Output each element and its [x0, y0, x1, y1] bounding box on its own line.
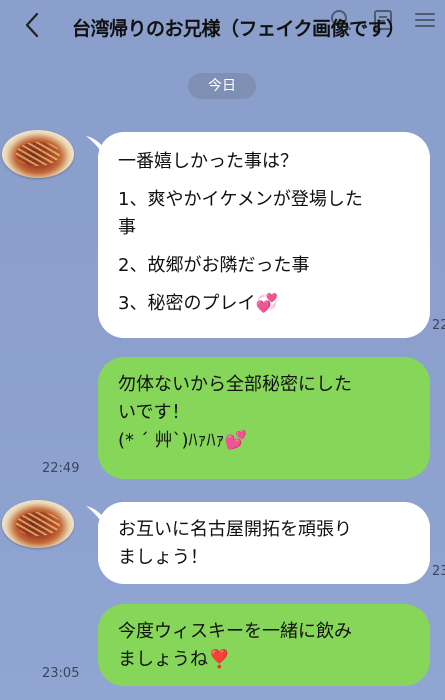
chat-header: 台湾帰りのお兄様（フェイク画像です）: [0, 0, 445, 60]
back-chevron-icon[interactable]: [18, 10, 48, 40]
avatar[interactable]: [2, 500, 74, 548]
message-line: 勿体ないから全部秘密にした: [118, 374, 352, 395]
message-time: 22: [432, 318, 445, 333]
avatar[interactable]: [2, 130, 74, 178]
message-line: 今度ウィスキーを一緒に飲み: [118, 621, 352, 642]
avatar-image: [16, 142, 60, 166]
message-line: 3、秘密のプレイ💞: [118, 293, 278, 314]
message-line: 事: [118, 217, 136, 238]
message-line: 2、故郷がお隣だった事: [118, 255, 310, 276]
message-line: ましょう！: [118, 547, 208, 568]
message-line: [118, 242, 412, 252]
chat-title: 台湾帰りのお兄様（フェイク画像です）: [72, 18, 405, 40]
message-line: [118, 280, 412, 290]
message-time: 23:05: [42, 666, 80, 681]
menu-icon[interactable]: [413, 8, 437, 32]
message-line: お互いに名古屋開拓を頑張り: [118, 519, 352, 540]
message-line: [118, 176, 412, 186]
message-line: (* ´ 艸`)ﾊｧﾊｧ💕: [118, 430, 247, 451]
message-line: いです！: [118, 402, 190, 423]
avatar-image: [16, 512, 60, 536]
message-bubble[interactable]: 一番嬉しかった事は？ 1、爽やかイケメンが登場した 事 2、故郷がお隣だった事 …: [98, 132, 430, 338]
message-line: 一番嬉しかった事は？: [118, 151, 298, 172]
message-line: ましょうね❣️: [118, 649, 231, 670]
message-time: 22:49: [42, 461, 80, 476]
message-bubble[interactable]: 勿体ないから全部秘密にした いです！ (* ´ 艸`)ﾊｧﾊｧ💕: [98, 357, 430, 479]
date-separator: 今日: [188, 73, 256, 99]
message-time: 23: [432, 564, 445, 579]
message-line: 1、爽やかイケメンが登場した: [118, 189, 363, 210]
message-bubble[interactable]: 今度ウィスキーを一緒に飲み ましょうね❣️: [98, 604, 430, 686]
message-bubble[interactable]: お互いに名古屋開拓を頑張り ましょう！: [98, 502, 430, 584]
